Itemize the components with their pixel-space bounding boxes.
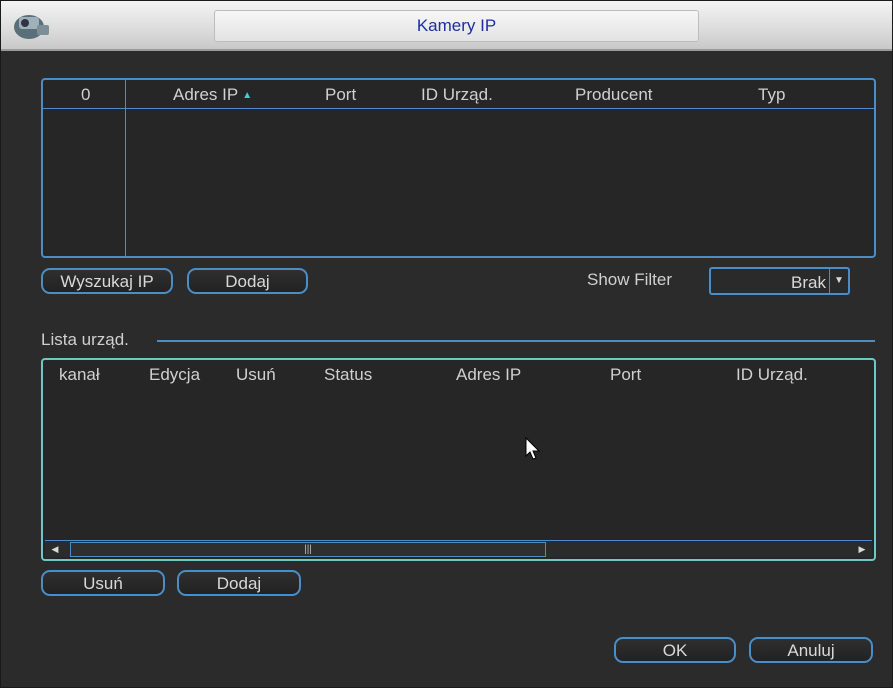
column-header-manufacturer[interactable]: Producent: [575, 85, 653, 105]
ip-cameras-dialog: Kamery IP 0 Adres IP ▲ Port ID Urząd. Pro…: [0, 0, 893, 688]
column-divider: [125, 80, 126, 256]
column-header-delete[interactable]: Usuń: [236, 365, 276, 385]
mouse-pointer-icon: [525, 437, 541, 460]
show-filter-label: Show Filter: [587, 270, 673, 289]
ok-button[interactable]: OK: [614, 637, 736, 663]
device-list-table[interactable]: kanał Edycja Usuń Status Adres IP Port I…: [41, 358, 876, 561]
show-filter-select[interactable]: Brak ▼: [709, 267, 850, 295]
horizontal-scrollbar[interactable]: ◀ ||| ▶: [45, 540, 872, 557]
column-header-port[interactable]: Port: [325, 85, 356, 105]
window-title: Kamery IP: [214, 10, 699, 42]
scroll-left-icon[interactable]: ◀: [47, 541, 63, 557]
search-ip-button[interactable]: Wyszukaj IP: [41, 268, 173, 294]
delete-button[interactable]: Usuń: [41, 570, 165, 596]
column-header-device-id[interactable]: ID Urząd.: [736, 365, 808, 385]
column-header-ip-address[interactable]: Adres IP: [456, 365, 521, 385]
search-results-table[interactable]: 0 Adres IP ▲ Port ID Urząd. Producent Typ: [41, 78, 876, 258]
device-table-header: kanał Edycja Usuń Status Adres IP Port I…: [43, 360, 874, 388]
device-list-title: Lista urząd.: [41, 330, 129, 349]
section-divider: [157, 340, 875, 342]
column-header-port[interactable]: Port: [610, 365, 641, 385]
show-filter-value: Brak: [791, 273, 826, 292]
search-table-header: 0 Adres IP ▲ Port ID Urząd. Producent Typ: [43, 80, 874, 109]
sort-ascending-icon: ▲: [242, 90, 253, 102]
column-header-edit[interactable]: Edycja: [149, 365, 200, 385]
scrollbar-thumb[interactable]: |||: [70, 542, 546, 557]
add-button-bottom[interactable]: Dodaj: [177, 570, 301, 596]
column-header-type[interactable]: Typ: [758, 85, 785, 105]
column-header-ip[interactable]: Adres IP ▲: [173, 85, 252, 105]
column-header-device-id[interactable]: ID Urząd.: [421, 85, 493, 105]
column-header-status[interactable]: Status: [324, 365, 372, 385]
column-header-channel[interactable]: kanał: [59, 365, 100, 385]
column-header-ip-label: Adres IP: [173, 85, 239, 104]
camera-logo-icon: [14, 15, 49, 39]
column-header-index[interactable]: 0: [81, 85, 90, 105]
dropdown-arrow-icon[interactable]: ▼: [829, 269, 848, 293]
scroll-right-icon[interactable]: ▶: [854, 541, 870, 557]
title-bar: Kamery IP: [1, 1, 892, 51]
cancel-button[interactable]: Anuluj: [749, 637, 873, 663]
add-button-top[interactable]: Dodaj: [187, 268, 308, 294]
